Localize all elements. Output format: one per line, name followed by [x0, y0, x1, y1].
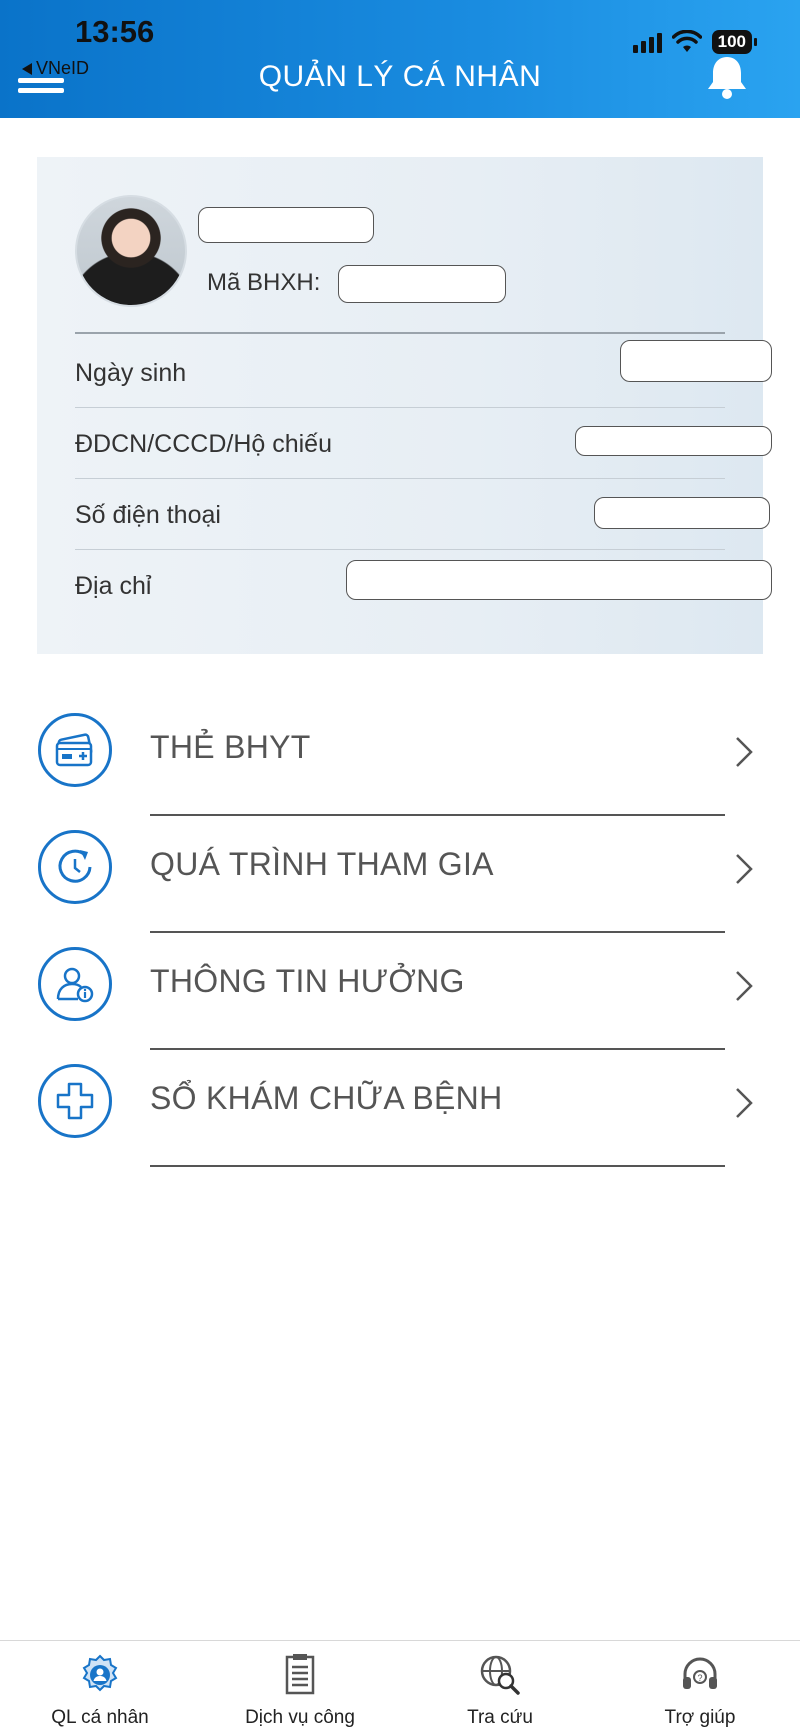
- menu-item-participation-history[interactable]: QUÁ TRÌNH THAM GIA: [0, 824, 800, 941]
- menu-item-medical-book[interactable]: SỔ KHÁM CHỮA BỆNH: [0, 1058, 800, 1175]
- wifi-icon: [671, 30, 702, 52]
- avatar: [75, 195, 187, 307]
- page-title: QUẢN LÝ CÁ NHÂN: [258, 60, 542, 93]
- menu-item-health-card[interactable]: THẺ BHYT: [0, 707, 800, 824]
- info-row-address: Địa chỉ: [75, 550, 772, 621]
- profile-divider: [75, 332, 725, 334]
- info-row-phone: Số điện thoại: [75, 479, 770, 550]
- bhxh-label: Mã BHXH:: [207, 269, 321, 296]
- chevron-right-icon: [736, 1088, 753, 1118]
- menu-divider: [150, 1165, 725, 1167]
- health-card-icon: [38, 713, 112, 787]
- bottom-nav: QL cá nhân Dịch vụ công Tra cứu ? Trợ gi…: [0, 1640, 800, 1730]
- phone-redacted: [594, 497, 770, 529]
- nav-tab-personal[interactable]: QL cá nhân: [0, 1641, 200, 1730]
- info-label: Địa chỉ: [75, 572, 152, 600]
- svg-text:?: ?: [697, 1673, 702, 1683]
- id-redacted: [575, 426, 772, 456]
- menu-divider: [150, 1048, 725, 1050]
- birthdate-redacted: [620, 340, 772, 382]
- address-redacted: [346, 560, 772, 600]
- signal-icon: [632, 31, 662, 53]
- menu-item-label: THẺ BHYT: [150, 729, 311, 765]
- status-icons: 100: [632, 30, 758, 54]
- menu-item-benefit-info[interactable]: THÔNG TIN HƯỞNG: [0, 941, 800, 1058]
- history-refresh-icon: [38, 830, 112, 904]
- menu-item-label: THÔNG TIN HƯỞNG: [150, 963, 465, 999]
- menu-item-label: SỔ KHÁM CHỮA BỆNH: [150, 1080, 503, 1116]
- menu-divider: [150, 931, 725, 933]
- info-row-birthdate: Ngày sinh: [75, 337, 772, 408]
- profile-card: Mã BHXH: Ngày sinh ĐDCN/CCCD/Hộ chiếu Số…: [37, 157, 772, 654]
- chevron-right-icon: [736, 971, 753, 1001]
- info-label: ĐDCN/CCCD/Hộ chiếu: [75, 430, 332, 458]
- battery-indicator: 100: [711, 30, 758, 54]
- chevron-right-icon: [736, 737, 753, 767]
- info-row-id: ĐDCN/CCCD/Hộ chiếu: [75, 408, 772, 479]
- globe-search-icon: [480, 1655, 520, 1695]
- nav-tab-public-services[interactable]: Dịch vụ công: [200, 1641, 400, 1730]
- chevron-right-icon: [736, 854, 753, 884]
- app-header: 13:56 100 VNeID QUẢN LÝ CÁ NHÂN: [0, 0, 800, 118]
- bhxh-value-redacted: [338, 265, 506, 303]
- personal-gear-icon: [82, 1654, 118, 1692]
- name-redacted: [198, 207, 374, 243]
- menu-item-label: QUÁ TRÌNH THAM GIA: [150, 846, 494, 882]
- nav-label: Trợ giúp: [664, 1707, 736, 1728]
- info-label: Ngày sinh: [75, 359, 187, 387]
- info-label: Số điện thoại: [75, 501, 221, 529]
- headset-icon: ?: [683, 1657, 717, 1689]
- user-info-icon: [38, 947, 112, 1021]
- nav-tab-lookup[interactable]: Tra cứu: [400, 1641, 600, 1730]
- nav-label: Dịch vụ công: [245, 1707, 355, 1728]
- nav-label: Tra cứu: [467, 1707, 533, 1728]
- nav-label: QL cá nhân: [51, 1707, 149, 1728]
- document-icon: [285, 1654, 315, 1695]
- status-time: 13:56: [75, 14, 155, 49]
- menu-divider: [150, 814, 725, 816]
- bell-icon[interactable]: [706, 54, 748, 100]
- medical-cross-icon: [38, 1064, 112, 1138]
- nav-tab-help[interactable]: ? Trợ giúp: [600, 1641, 800, 1730]
